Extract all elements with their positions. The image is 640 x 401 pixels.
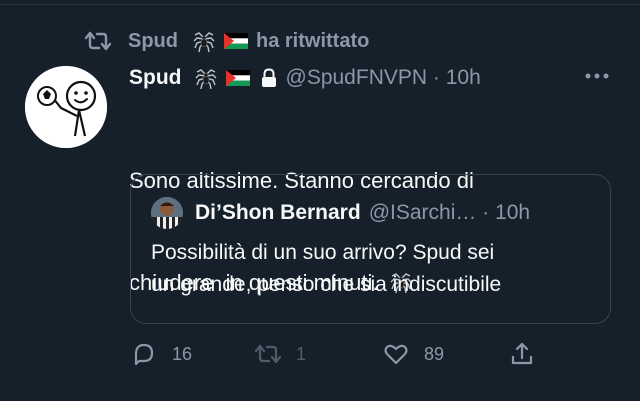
tweet-header: Spud @SpudFNVPN · 10h <box>129 62 481 94</box>
quote-author-handle: @ISarchi… <box>368 201 477 224</box>
retweet-icon <box>84 31 112 51</box>
share-button[interactable] <box>508 336 550 372</box>
palestine-flag-icon <box>225 70 250 86</box>
reply-count: 16 <box>172 343 193 364</box>
avatar-image <box>25 66 107 148</box>
retweet-button[interactable]: 1 <box>254 336 306 372</box>
quote-text: Possibilità di un suo arrivo? Spud sei u… <box>151 237 601 301</box>
spider-icon <box>193 32 215 53</box>
quote-avatar <box>151 197 183 229</box>
spider-icon <box>195 69 216 90</box>
reply-icon <box>134 343 154 366</box>
retweet-context: Spud ha ritwittato <box>84 26 369 56</box>
like-count: 89 <box>424 343 445 364</box>
reply-button[interactable]: 16 <box>130 336 192 372</box>
author-name[interactable]: Spud <box>129 66 182 90</box>
share-icon <box>511 342 533 365</box>
quote-avatar-image <box>151 197 183 229</box>
retweet-icon <box>254 344 282 364</box>
like-button[interactable]: 89 <box>382 336 444 372</box>
separator-dot: · <box>427 66 446 89</box>
quote-author-name: Di’Shon Bernard <box>195 201 361 224</box>
avatar[interactable] <box>25 66 107 148</box>
quote-text-line: Possibilità di un suo arrivo? Spud sei <box>151 241 495 264</box>
author-handle[interactable]: @SpudFNVPN <box>286 66 428 90</box>
palestine-flag-icon <box>224 33 248 49</box>
retweet-label: ha ritwittato <box>256 29 370 52</box>
action-bar: 16 1 89 <box>130 336 550 372</box>
quote-header: Di’Shon Bernard @ISarchi… · 10h <box>151 197 531 229</box>
quote-time: 10h <box>495 201 531 224</box>
quote-text-line: un grande, penso che sia indiscutibile <box>151 273 502 296</box>
divider <box>0 4 640 5</box>
lock-icon <box>261 68 276 87</box>
tweet-time[interactable]: 10h <box>446 66 481 90</box>
quoted-tweet[interactable]: Di’Shon Bernard @ISarchi… · 10h Possibil… <box>130 174 611 324</box>
retweet-count: 1 <box>296 343 307 364</box>
retweeter-name[interactable]: Spud <box>128 30 178 53</box>
like-icon <box>384 344 408 365</box>
more-icon[interactable] <box>582 66 612 86</box>
separator-dot: · <box>476 201 496 224</box>
